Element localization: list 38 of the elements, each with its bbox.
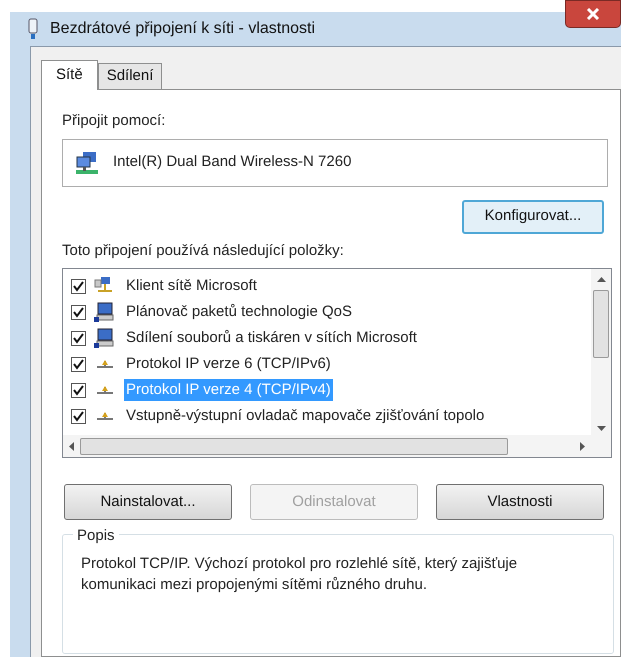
scrollbar-thumb[interactable] [80, 438, 508, 454]
vertical-scrollbar[interactable] [591, 269, 611, 435]
checkbox[interactable] [71, 330, 86, 346]
window-title: Bezdrátové připojení k síti - vlastnosti [50, 19, 316, 39]
scroll-right-icon [580, 442, 585, 450]
close-button[interactable] [565, 0, 621, 28]
list-item[interactable]: Protokol IP verze 6 (TCP/IPv6) [124, 352, 333, 376]
list-item[interactable]: Sdílení souborů a tiskáren v sítích Microsoft [124, 326, 419, 350]
list-item[interactable]: Vstupně-výstupní ovladač mapovače zjišťování topolo [124, 404, 486, 428]
items-label: Toto připojení používá následující položky: [62, 240, 345, 260]
dialog-button[interactable]: Nainstalovat... [64, 484, 232, 520]
configure-button[interactable]: Konfigurovat... [462, 200, 604, 234]
scrollbar-thumb[interactable] [593, 290, 609, 358]
network-protocol-icon [97, 412, 113, 420]
checkbox[interactable] [71, 356, 86, 372]
close-icon [586, 8, 600, 20]
dialog-button[interactable]: Vlastnosti [436, 484, 604, 520]
checkbox[interactable] [71, 278, 86, 294]
network-protocol-icon [97, 386, 113, 394]
network-adapter-icon [26, 17, 40, 41]
description-text: Protokol TCP/IP. Výchozí protokol pro rozlehlé sítě, který zajišťuje komunikaci mezi propojenými sítěmi různého druhu. [81, 554, 518, 595]
checkbox[interactable] [71, 408, 86, 424]
adapter-name: Intel(R) Dual Band Wireless-N 7260 [113, 152, 352, 172]
scroll-down-icon [596, 426, 606, 431]
scroll-up-icon [596, 277, 606, 282]
list-item[interactable]: Klient sítě Microsoft [124, 274, 259, 298]
scroll-left-icon [69, 442, 74, 450]
tab[interactable]: Sdílení [98, 63, 162, 89]
list-item[interactable]: Plánovač paketů technologie QoS [124, 300, 354, 324]
connect-using-label: Připojit pomocí: [62, 111, 166, 131]
network-adapter-icon [75, 150, 99, 174]
checkbox[interactable] [71, 304, 86, 320]
tab[interactable]: Sítě [41, 60, 98, 90]
network-protocol-icon [97, 360, 113, 368]
checkbox[interactable] [71, 382, 86, 398]
computer-icon [94, 302, 116, 322]
computer-icon [94, 328, 116, 348]
horizontal-scrollbar[interactable] [63, 435, 611, 457]
